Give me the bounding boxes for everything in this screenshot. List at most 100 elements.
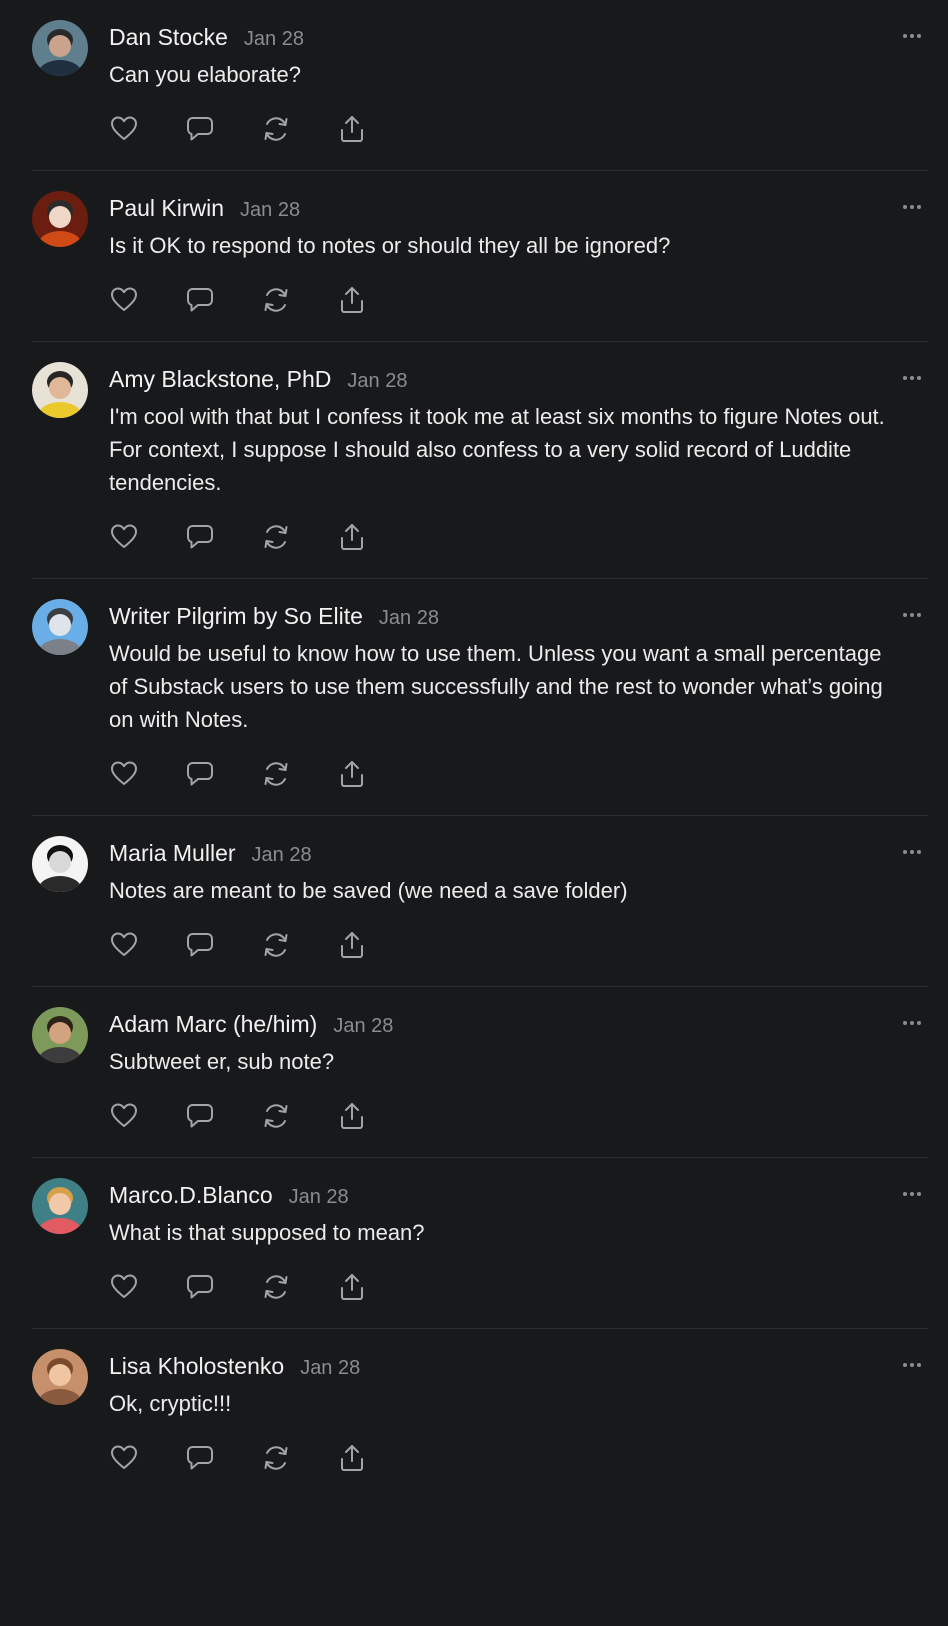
comment-button[interactable] xyxy=(185,925,261,965)
share-button[interactable] xyxy=(337,1267,413,1307)
more-options-button[interactable] xyxy=(898,366,928,390)
note-meta: Paul Kirwin Jan 28 xyxy=(109,191,888,225)
note-text[interactable]: Can you elaborate? xyxy=(109,58,888,91)
heart-icon xyxy=(111,932,137,956)
share-button[interactable] xyxy=(337,1096,413,1136)
note-body: Writer Pilgrim by So Elite Jan 28 Would … xyxy=(109,599,888,794)
note-date[interactable]: Jan 28 xyxy=(333,1009,393,1043)
avatar[interactable] xyxy=(32,1349,88,1405)
author-name[interactable]: Writer Pilgrim by So Elite xyxy=(109,599,363,633)
like-button[interactable] xyxy=(109,1096,185,1136)
note-body: Maria Muller Jan 28 Notes are meant to b… xyxy=(109,836,888,965)
more-options-icon xyxy=(903,850,921,854)
like-button[interactable] xyxy=(109,754,185,794)
heart-icon xyxy=(111,1274,137,1298)
more-options-button[interactable] xyxy=(898,24,928,48)
author-name[interactable]: Paul Kirwin xyxy=(109,191,224,225)
note-meta: Writer Pilgrim by So Elite Jan 28 xyxy=(109,599,888,633)
restack-icon xyxy=(264,1446,288,1470)
share-button[interactable] xyxy=(337,925,413,965)
avatar[interactable] xyxy=(32,20,88,76)
avatar[interactable] xyxy=(32,1178,88,1234)
note-text[interactable]: I'm cool with that but I confess it took… xyxy=(109,400,888,499)
more-options-button[interactable] xyxy=(898,840,928,864)
restack-button[interactable] xyxy=(261,1096,337,1136)
restack-button[interactable] xyxy=(261,109,337,149)
share-icon xyxy=(341,524,363,550)
avatar[interactable] xyxy=(32,836,88,892)
more-options-button[interactable] xyxy=(898,1182,928,1206)
comment-button[interactable] xyxy=(185,1438,261,1478)
heart-icon xyxy=(111,287,137,311)
more-options-button[interactable] xyxy=(898,603,928,627)
comment-button[interactable] xyxy=(185,1096,261,1136)
author-name[interactable]: Amy Blackstone, PhD xyxy=(109,362,331,396)
author-name[interactable]: Dan Stocke xyxy=(109,20,228,54)
note-item: Maria Muller Jan 28 Notes are meant to b… xyxy=(32,816,928,987)
restack-button[interactable] xyxy=(261,1267,337,1307)
note-text[interactable]: Subtweet er, sub note? xyxy=(109,1045,888,1078)
note-item: Dan Stocke Jan 28 Can you elaborate? xyxy=(32,0,928,171)
note-date[interactable]: Jan 28 xyxy=(252,838,312,872)
like-button[interactable] xyxy=(109,109,185,149)
note-text[interactable]: Ok, cryptic!!! xyxy=(109,1387,888,1420)
share-button[interactable] xyxy=(337,517,413,557)
note-date[interactable]: Jan 28 xyxy=(289,1180,349,1214)
comment-button[interactable] xyxy=(185,109,261,149)
note-date[interactable]: Jan 28 xyxy=(244,22,304,56)
author-name[interactable]: Maria Muller xyxy=(109,836,236,870)
avatar[interactable] xyxy=(32,1007,88,1063)
comment-button[interactable] xyxy=(185,517,261,557)
more-options-button[interactable] xyxy=(898,195,928,219)
author-name[interactable]: Marco.D.Blanco xyxy=(109,1178,273,1212)
author-name[interactable]: Adam Marc (he/him) xyxy=(109,1007,317,1041)
avatar[interactable] xyxy=(32,191,88,247)
more-options-icon xyxy=(903,205,921,209)
heart-icon xyxy=(111,761,137,785)
note-text[interactable]: Would be useful to know how to use them.… xyxy=(109,637,888,736)
like-button[interactable] xyxy=(109,1267,185,1307)
note-text[interactable]: Is it OK to respond to notes or should t… xyxy=(109,229,888,262)
note-date[interactable]: Jan 28 xyxy=(300,1351,360,1385)
share-button[interactable] xyxy=(337,280,413,320)
comment-icon xyxy=(187,933,213,957)
note-body: Paul Kirwin Jan 28 Is it OK to respond t… xyxy=(109,191,888,320)
restack-button[interactable] xyxy=(261,754,337,794)
like-button[interactable] xyxy=(109,1438,185,1478)
comment-button[interactable] xyxy=(185,754,261,794)
note-date[interactable]: Jan 28 xyxy=(240,193,300,227)
avatar[interactable] xyxy=(32,362,88,418)
like-button[interactable] xyxy=(109,925,185,965)
share-button[interactable] xyxy=(337,109,413,149)
restack-button[interactable] xyxy=(261,1438,337,1478)
note-item: Writer Pilgrim by So Elite Jan 28 Would … xyxy=(32,579,928,816)
restack-button[interactable] xyxy=(261,280,337,320)
note-text[interactable]: What is that supposed to mean? xyxy=(109,1216,888,1249)
restack-button[interactable] xyxy=(261,925,337,965)
comment-icon xyxy=(187,1446,213,1470)
note-actions xyxy=(109,1096,888,1136)
like-button[interactable] xyxy=(109,517,185,557)
note-text[interactable]: Notes are meant to be saved (we need a s… xyxy=(109,874,888,907)
note-date[interactable]: Jan 28 xyxy=(347,364,407,398)
restack-button[interactable] xyxy=(261,517,337,557)
share-button[interactable] xyxy=(337,1438,413,1478)
more-options-button[interactable] xyxy=(898,1353,928,1377)
more-options-button[interactable] xyxy=(898,1011,928,1035)
share-icon xyxy=(341,932,363,958)
note-body: Dan Stocke Jan 28 Can you elaborate? xyxy=(109,20,888,149)
restack-icon xyxy=(264,933,288,957)
note-actions xyxy=(109,1267,888,1307)
share-button[interactable] xyxy=(337,754,413,794)
note-body: Marco.D.Blanco Jan 28 What is that suppo… xyxy=(109,1178,888,1307)
like-button[interactable] xyxy=(109,280,185,320)
more-options-icon xyxy=(903,1363,921,1367)
author-name[interactable]: Lisa Kholostenko xyxy=(109,1349,284,1383)
comment-button[interactable] xyxy=(185,1267,261,1307)
note-date[interactable]: Jan 28 xyxy=(379,601,439,635)
comment-icon xyxy=(187,762,213,786)
comment-icon xyxy=(187,1275,213,1299)
avatar[interactable] xyxy=(32,599,88,655)
note-meta: Dan Stocke Jan 28 xyxy=(109,20,888,54)
comment-button[interactable] xyxy=(185,280,261,320)
